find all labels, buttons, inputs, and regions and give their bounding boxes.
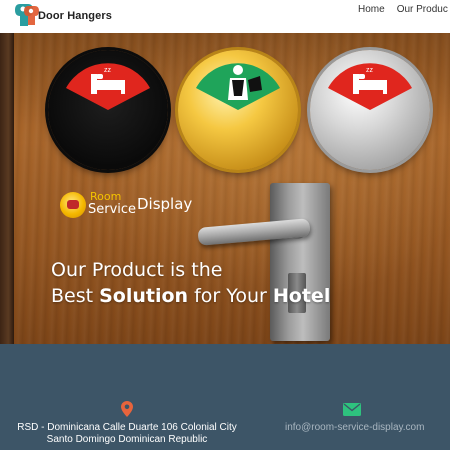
brand-service: Service bbox=[88, 202, 137, 217]
bell-badge-icon bbox=[60, 192, 86, 218]
housekeeping-icon bbox=[196, 63, 280, 110]
dial-black-do-not-disturb: zz bbox=[48, 50, 168, 170]
main-nav: Home Our Produc bbox=[358, 4, 450, 15]
tagline-line-2: Best Solution for Your Hotel bbox=[51, 283, 330, 309]
address-line-1: RSD - Dominicana Calle Duarte 106 Coloni… bbox=[17, 422, 237, 433]
dial-gold-make-up-room bbox=[178, 50, 298, 170]
contact-email-link[interactable]: info@room-service-display.com bbox=[285, 422, 424, 433]
do-not-disturb-icon: zz bbox=[66, 63, 150, 110]
tagline-solution: Solution bbox=[99, 285, 189, 307]
door-frame bbox=[0, 33, 14, 344]
dial-silver-do-not-disturb: zz bbox=[310, 50, 430, 170]
do-not-disturb-icon: zz bbox=[328, 63, 412, 110]
tagline-line-1: Our Product is the bbox=[51, 259, 223, 281]
site-header: Door Hangers Home Our Produc bbox=[0, 0, 450, 33]
room-service-display-logo: Room Service Display bbox=[58, 188, 198, 222]
site-logo[interactable]: Door Hangers bbox=[14, 2, 114, 28]
svg-text:zz: zz bbox=[104, 67, 112, 74]
brand-display: Display bbox=[137, 195, 193, 213]
tagline-hotel: Hotel bbox=[272, 285, 331, 307]
nav-home[interactable]: Home bbox=[358, 4, 385, 15]
location-pin-icon bbox=[121, 401, 133, 417]
mail-icon bbox=[343, 403, 361, 416]
logo-text: Door Hangers bbox=[38, 10, 112, 22]
hero-tagline: Our Product is the Best Solution for You… bbox=[51, 257, 330, 309]
hero-banner: zz zz Room Service Display Our Product i… bbox=[0, 33, 450, 344]
nav-our-product[interactable]: Our Produc bbox=[397, 4, 448, 15]
svg-text:zz: zz bbox=[366, 67, 374, 74]
tagline-prefix: Best bbox=[51, 285, 100, 307]
tagline-mid: for Your bbox=[188, 285, 273, 307]
contact-address: RSD - Dominicana Calle Duarte 106 Coloni… bbox=[0, 422, 254, 446]
address-line-2: Santo Domingo Dominican Republic bbox=[46, 434, 208, 445]
